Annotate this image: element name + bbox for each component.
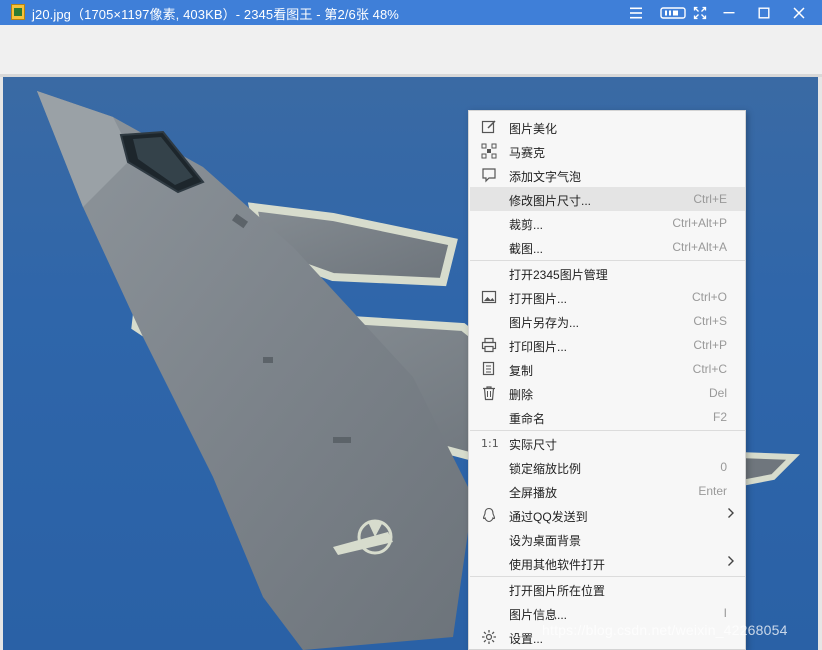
menu-item-shortcut: Ctrl+E [693, 192, 727, 206]
title-bar: j20.jpg（1705×1197像素, 403KB）- 2345看图王 - 第… [0, 0, 822, 25]
menu-item-label: 设为桌面背景 [509, 534, 582, 548]
maximize-button[interactable] [749, 0, 779, 25]
menu-item-7[interactable]: 打开2345图片管理 [470, 261, 745, 285]
minimize-icon [723, 11, 735, 13]
gear-icon [481, 629, 497, 645]
menu-item-shortcut: I [723, 606, 727, 620]
menu-item-shortcut: Enter [698, 484, 727, 498]
context-menu: 图片美化马赛克添加文字气泡 修改图片尺寸... Ctrl+E 裁剪... Ctrl+Al… [468, 110, 746, 650]
menu-item-2[interactable]: 马赛克 [470, 139, 745, 163]
menu-item-8[interactable]: 打开图片... Ctrl+O [470, 285, 745, 309]
menu-item-14[interactable]: 1:1 实际尺寸 [470, 431, 745, 455]
menu-item-label: 打开图片所在位置 [509, 584, 606, 598]
menu-item-label: 截图... [509, 242, 544, 256]
menu-item-5[interactable]: 裁剪... Ctrl+Alt+P [470, 211, 745, 235]
menu-item-label: 重命名 [509, 412, 546, 426]
actual-size-icon: 1:1 [481, 435, 499, 451]
menu-item-label: 打印图片... [509, 340, 568, 354]
menu-item-13[interactable]: 重命名 F2 [470, 405, 745, 429]
text-bubble-icon [481, 167, 497, 183]
menu-item-18[interactable]: 设为桌面背景 [470, 527, 745, 551]
menu-item-label: 添加文字气泡 [509, 170, 582, 184]
trash-icon [481, 385, 497, 401]
submenu-arrow-icon [727, 507, 735, 522]
maximize-icon [758, 7, 770, 18]
menu-item-shortcut: Ctrl+P [693, 338, 727, 352]
menu-item-16[interactable]: 全屏播放 Enter [470, 479, 745, 503]
menu-item-label: 打开2345图片管理 [509, 268, 608, 282]
menu-item-label: 图片另存为... [509, 316, 580, 330]
menu-item-label: 设置... [509, 632, 544, 646]
copy-icon [481, 361, 497, 377]
menu-item-10[interactable]: 打印图片... Ctrl+P [470, 333, 745, 357]
printer-icon [481, 337, 497, 353]
submenu-arrow-icon [727, 555, 735, 570]
menu-item-label: 打开图片... [509, 292, 568, 306]
frame-right [818, 77, 822, 650]
menu-item-shortcut: F2 [712, 410, 727, 424]
menu-item-label: 全屏播放 [509, 486, 558, 500]
menu-item-3[interactable]: 添加文字气泡 [470, 163, 745, 187]
menu-item-shortcut: 0 [720, 460, 727, 474]
image-icon [481, 289, 497, 305]
menu-item-label: 马赛克 [509, 146, 546, 160]
fullscreen-icon [693, 6, 707, 19]
menu-item-shortcut: Ctrl+Alt+A [672, 240, 727, 254]
menu-item-label: 使用其他软件打开 [509, 558, 606, 572]
menu-item-12[interactable]: 删除 Del [470, 381, 745, 405]
menu-item-label: 锁定缩放比例 [509, 462, 582, 476]
menu-button[interactable] [621, 0, 651, 25]
window-title: j20.jpg（1705×1197像素, 403KB）- 2345看图王 - 第… [32, 7, 399, 22]
menu-item-shortcut: Ctrl+S [693, 314, 727, 328]
menu-item-label: 图片信息... [509, 608, 568, 622]
edit-icon [481, 119, 497, 135]
mini-mode-button[interactable] [658, 0, 688, 25]
menu-item-17[interactable]: 通过QQ发送到 [470, 503, 745, 527]
menu-icon [630, 7, 642, 18]
menu-item-label: 修改图片尺寸... [509, 194, 592, 208]
close-icon [793, 7, 805, 18]
menu-item-label: 图片美化 [509, 122, 558, 136]
menu-item-shortcut: Ctrl+C [692, 362, 727, 376]
menu-item-label: 复制 [509, 364, 534, 378]
close-button[interactable] [784, 0, 814, 25]
toolbar [0, 25, 822, 76]
mini-mode-icon [660, 6, 686, 19]
menu-item-20[interactable]: 打开图片所在位置 [470, 577, 745, 601]
menu-item-6[interactable]: 截图... Ctrl+Alt+A [470, 235, 745, 259]
menu-item-shortcut: Ctrl+O [691, 290, 727, 304]
menu-item-1[interactable]: 图片美化 [470, 115, 745, 139]
minimize-button[interactable] [714, 0, 744, 25]
svg-text:1:1: 1:1 [481, 437, 499, 450]
menu-item-19[interactable]: 使用其他软件打开 [470, 551, 745, 575]
menu-item-shortcut: Del [708, 386, 727, 400]
menu-item-11[interactable]: 复制 Ctrl+C [470, 357, 745, 381]
menu-item-4[interactable]: 修改图片尺寸... Ctrl+E [470, 187, 745, 211]
menu-item-shortcut: Ctrl+Alt+P [672, 216, 727, 230]
menu-item-15[interactable]: 锁定缩放比例 0 [470, 455, 745, 479]
fullscreen-button[interactable] [685, 0, 715, 25]
menu-item-label: 删除 [509, 388, 534, 402]
menu-item-9[interactable]: 图片另存为... Ctrl+S [470, 309, 745, 333]
menu-item-label: 通过QQ发送到 [509, 510, 588, 524]
mosaic-icon [481, 143, 497, 159]
menu-item-label: 裁剪... [509, 218, 544, 232]
watermark: https://blog.csdn.net/weixin_42268054 [542, 622, 788, 638]
qq-icon [481, 507, 497, 523]
app-icon [11, 4, 25, 20]
menu-item-label: 实际尺寸 [509, 438, 558, 452]
